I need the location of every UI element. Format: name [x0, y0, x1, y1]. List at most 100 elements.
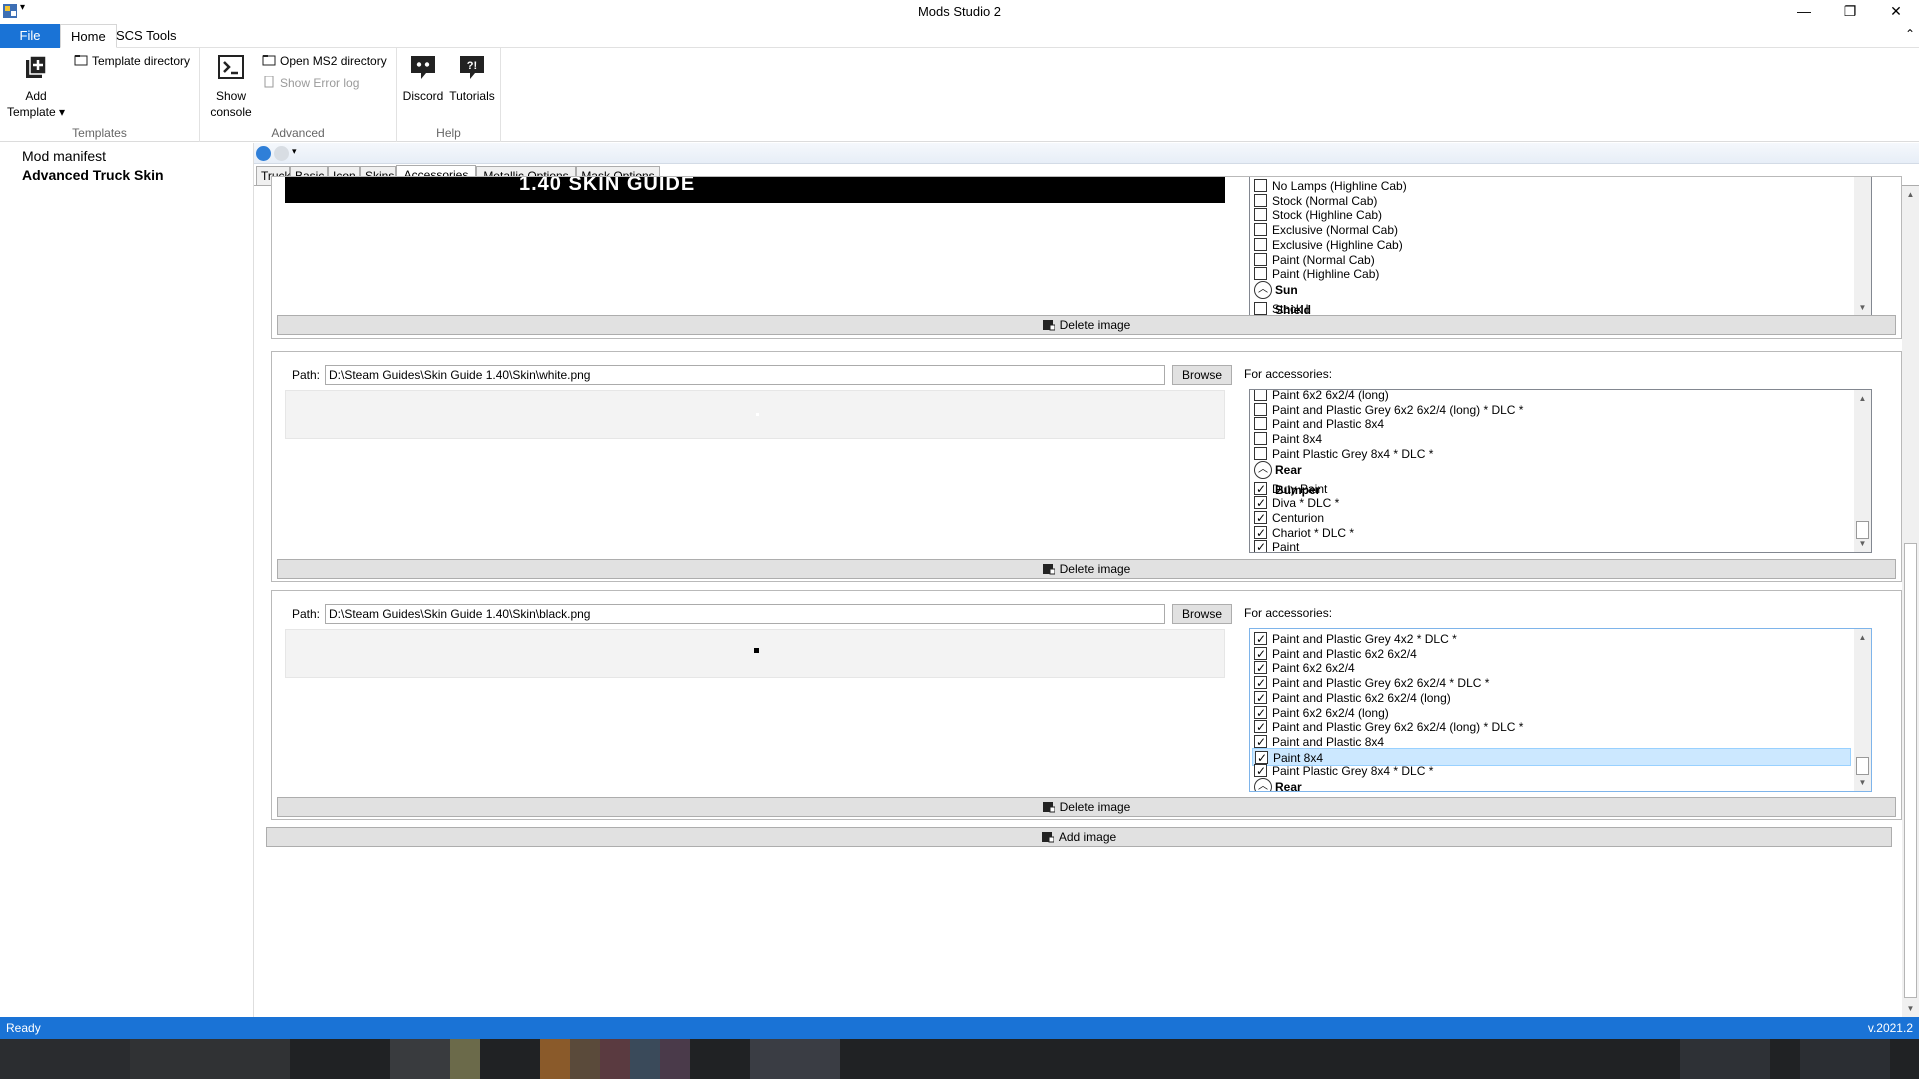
accessory-checkbox[interactable]	[1254, 494, 1267, 512]
preview-image-2	[285, 390, 1225, 439]
scroll-up-icon[interactable]: ▲	[1854, 390, 1871, 407]
accessory-checkbox[interactable]	[1254, 674, 1267, 692]
accessory-checkbox[interactable]	[1254, 223, 1267, 237]
accessories-list-1[interactable]: No Lamps (Highline Cab) Stock (Normal Cab…	[1249, 177, 1872, 317]
accessories-content: 1.40 SKIN GUIDE No Lamps (Highline Cab) S…	[254, 176, 1919, 1017]
tab-scs-tools[interactable]: SCS Tools	[106, 24, 186, 48]
add-template-label: Add	[25, 89, 47, 103]
accessories-list-2[interactable]: Paint 6x2 6x2/4 (long) Paint and Plastic …	[1249, 389, 1872, 553]
accessory-checkbox[interactable]	[1254, 417, 1267, 431]
accessory-checkbox[interactable]	[1254, 704, 1267, 722]
accessory-checkbox[interactable]	[1254, 390, 1267, 401]
template-directory-button[interactable]: Template directory	[74, 52, 190, 70]
discord-button[interactable]: Discord	[401, 52, 445, 104]
accessory-checkbox[interactable]	[1254, 252, 1267, 266]
accessory-list-item[interactable]: Paint Plastic Grey 8x4 * DLC *	[1252, 445, 1851, 463]
accessory-checkbox[interactable]	[1254, 267, 1267, 281]
path-input-2[interactable]: D:\Steam Guides\Skin Guide 1.40\Skin\whi…	[325, 365, 1165, 385]
browse-button-2[interactable]: Browse	[1172, 365, 1232, 385]
version-text: v.2021.2	[1867, 1021, 1913, 1035]
show-error-log-button[interactable]: Show Error log	[262, 74, 359, 92]
forward-icon[interactable]	[274, 146, 289, 161]
path-input-3[interactable]: D:\Steam Guides\Skin Guide 1.40\Skin\bla…	[325, 604, 1165, 624]
accessories-list-3[interactable]: Paint and Plastic Grey 4x2 * DLC *Paint …	[1249, 628, 1872, 792]
accessory-checkbox[interactable]	[1254, 237, 1267, 251]
scroll-up-icon[interactable]: ▲	[1902, 186, 1919, 203]
close-button[interactable]: ✕	[1873, 0, 1919, 24]
accessory-checkbox[interactable]	[1254, 718, 1267, 736]
window-title: Mods Studio 2	[917, 4, 1002, 19]
status-text: Ready	[6, 1021, 41, 1035]
delete-image-button-2[interactable]: Delete image	[277, 559, 1896, 579]
accessories-list-2-scrollbar[interactable]: ▲ ▼	[1854, 390, 1871, 552]
tree-item-advanced-truck-skin[interactable]: Advanced Truck Skin	[22, 167, 164, 183]
tree-item-mod-manifest[interactable]: Mod manifest	[22, 148, 106, 164]
group-advanced: Show console Open MS2 directory Show Err…	[200, 48, 397, 142]
ribbon-collapse-icon[interactable]: ⌃	[1905, 27, 1915, 41]
accessories-list-1-scrollbar[interactable]: ▼	[1854, 177, 1871, 316]
accessory-checkbox[interactable]	[1254, 538, 1267, 552]
content-scrollbar[interactable]: ▲ ▼	[1902, 186, 1919, 1017]
browse-button-3[interactable]: Browse	[1172, 604, 1232, 624]
delete-image-button-3[interactable]: Delete image	[277, 797, 1896, 817]
scroll-thumb[interactable]	[1856, 757, 1869, 775]
scroll-down-icon[interactable]: ▼	[1854, 299, 1871, 316]
accessory-checkbox[interactable]	[1254, 762, 1267, 780]
back-icon[interactable]	[256, 146, 271, 161]
open-ms2-directory-button[interactable]: Open MS2 directory	[262, 52, 387, 70]
restore-button[interactable]: ❐	[1827, 0, 1873, 24]
accessory-list-item[interactable]: Paint Plastic Grey 8x4 * DLC *	[1252, 762, 1851, 780]
taskbar-block	[450, 1039, 480, 1079]
preview-white-pixel	[756, 413, 759, 416]
accessory-checkbox[interactable]	[1254, 480, 1267, 498]
accessory-checkbox[interactable]	[1254, 432, 1267, 446]
minimize-button[interactable]: —	[1781, 0, 1827, 24]
accessory-checkbox[interactable]	[1254, 179, 1267, 192]
scroll-down-icon[interactable]: ▼	[1854, 535, 1871, 552]
image-panel-1: 1.40 SKIN GUIDE No Lamps (Highline Cab) S…	[271, 176, 1902, 339]
add-template-button[interactable]: Add Template ▾	[6, 52, 66, 120]
accessory-list-item[interactable]: Paint	[1252, 538, 1851, 552]
taskbar-block	[1800, 1039, 1890, 1079]
accessory-checkbox[interactable]	[1254, 402, 1267, 416]
add-image-button[interactable]: Add image	[266, 827, 1892, 847]
accessory-checkbox[interactable]	[1254, 659, 1267, 677]
taskbar-block	[630, 1039, 660, 1079]
image-panel-3: Path: D:\Steam Guides\Skin Guide 1.40\Sk…	[271, 590, 1902, 820]
accessory-checkbox[interactable]	[1254, 689, 1267, 707]
delete-image-icon	[1042, 802, 1055, 813]
show-error-log-label: Show Error log	[280, 76, 360, 90]
delete-image-icon	[1042, 564, 1055, 575]
collapse-group-icon[interactable]: ︿	[1254, 280, 1272, 299]
history-dropdown-icon[interactable]: ▾	[292, 146, 297, 157]
accessory-list-item[interactable]: Paint (Highline Cab)	[1252, 265, 1851, 283]
scroll-down-icon[interactable]: ▼	[1902, 1000, 1919, 1017]
show-console-button[interactable]: Show console	[206, 52, 256, 120]
accessory-checkbox[interactable]	[1254, 733, 1267, 751]
scroll-up-icon[interactable]: ▲	[1854, 629, 1871, 646]
group-help: Discord ?! Tutorials Help	[397, 48, 501, 142]
delete-image-button-1[interactable]: Delete image	[277, 315, 1896, 335]
taskbar	[0, 1039, 1919, 1079]
accessory-checkbox[interactable]	[1254, 645, 1267, 663]
accessory-checkbox[interactable]	[1254, 193, 1267, 207]
tutorials-label: Tutorials	[449, 89, 495, 103]
tutorials-button[interactable]: ?! Tutorials	[447, 52, 497, 104]
accessory-checkbox[interactable]	[1254, 630, 1267, 648]
scroll-down-icon[interactable]: ▼	[1854, 774, 1871, 791]
accessory-checkbox[interactable]	[1254, 208, 1267, 222]
tab-file[interactable]: File	[0, 24, 60, 48]
group-label-templates: Templates	[72, 126, 127, 140]
add-image-label: Add image	[1058, 830, 1117, 844]
status-bar: Ready v.2021.2	[0, 1017, 1919, 1039]
for-accessories-label-2: For accessories:	[1244, 367, 1333, 381]
content-scroll-thumb[interactable]	[1904, 543, 1917, 998]
collapse-group-icon[interactable]: ︿	[1254, 460, 1272, 479]
accessory-checkbox[interactable]	[1254, 446, 1267, 460]
accessory-checkbox[interactable]	[1254, 301, 1267, 315]
collapse-group-icon[interactable]: ︿	[1254, 778, 1272, 791]
accessory-checkbox[interactable]	[1254, 509, 1267, 527]
accessories-list-3-scrollbar[interactable]: ▲ ▼	[1854, 629, 1871, 791]
navigation-strip: ▾	[254, 143, 1919, 164]
accessory-checkbox[interactable]	[1254, 524, 1267, 542]
